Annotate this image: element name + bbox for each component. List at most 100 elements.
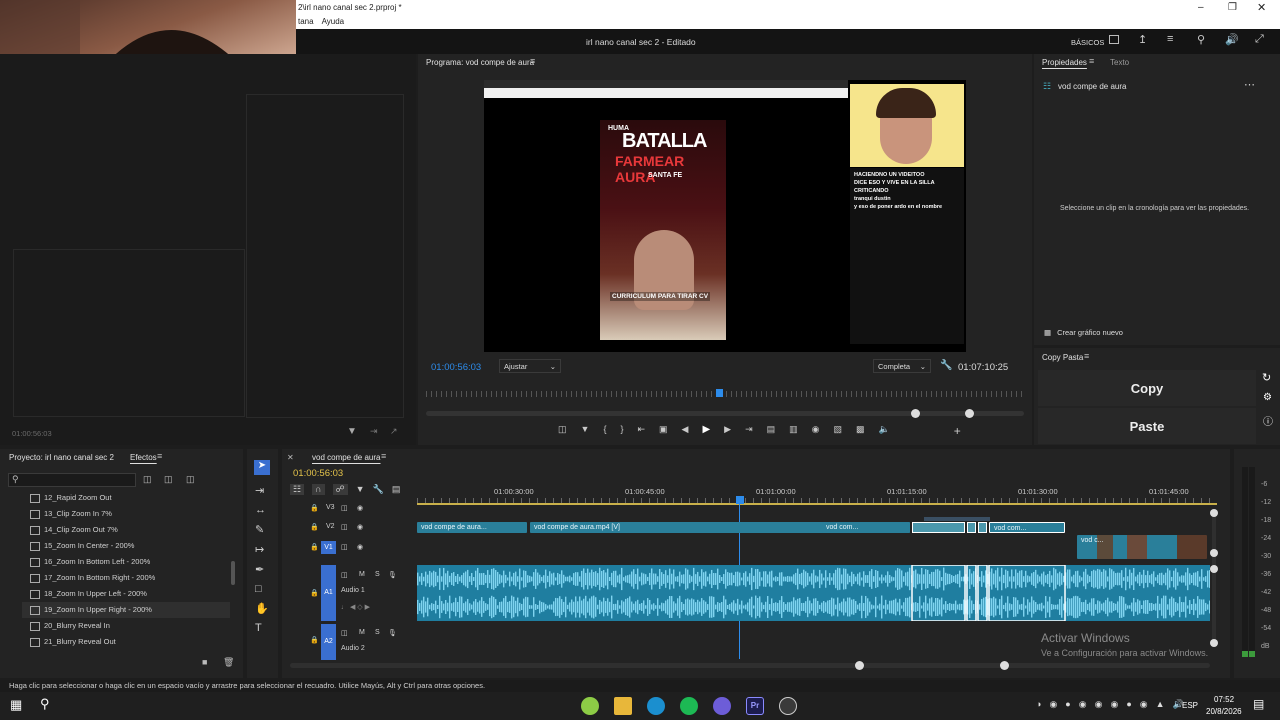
wifi-icon[interactable]: ▲ [1156,699,1165,710]
copy-button[interactable]: Copy [1038,370,1256,406]
tray-icon[interactable]: ◉ [1140,699,1148,710]
panel-menu-icon[interactable]: ≡ [1084,351,1089,361]
tray-icon[interactable]: ● [1126,699,1131,710]
list-scrollbar[interactable] [231,561,235,585]
lock-icon[interactable]: 🔒 [310,504,319,512]
selection-tool-icon[interactable]: ➤ [254,460,270,475]
effects-search-input[interactable]: ⚲ [8,473,136,487]
menu-lines-icon[interactable]: ≡ [1167,33,1173,45]
solo-button[interactable]: S [375,571,380,578]
solo-button[interactable]: S [375,629,380,636]
list-item[interactable]: 21_Blurry Reveal Out [22,634,230,650]
minimize-icon[interactable]: – [1198,2,1204,13]
mark-in-icon[interactable]: { [603,424,606,438]
clip-v1-1[interactable]: vod c... [1077,535,1207,559]
refresh-icon[interactable]: ↻ [1262,371,1271,384]
language-indicator[interactable]: ESP [1182,701,1198,710]
tray-icon[interactable]: ◉ [1079,699,1087,710]
program-timecode[interactable]: 01:00:56:03 [431,362,481,373]
timeline-zoom-left[interactable] [855,661,864,670]
accelerated-icon[interactable]: ◫ [164,474,173,485]
v-scroll-handle[interactable] [1210,509,1218,517]
mark-out-icon[interactable]: } [620,424,623,438]
panel-menu-icon[interactable]: ≡ [1089,56,1094,66]
tray-icon[interactable]: ● [1065,699,1070,710]
pen-icon[interactable]: ✒ [255,563,269,576]
fullscreen-icon[interactable]: ⤢ [1255,33,1264,46]
tab-properties[interactable]: Propiedades [1042,58,1087,67]
zoom-scrollbar[interactable] [426,411,1024,416]
time-ruler[interactable] [426,391,1024,397]
menu-item-window[interactable]: tana [298,17,314,26]
v-scroll-handle[interactable] [1210,565,1218,573]
go-in-icon[interactable]: ⇤ [637,424,645,438]
clip-v2-1[interactable]: vod compe de aura... [417,522,527,533]
play-icon[interactable]: ▶ [702,424,710,438]
compare-icon[interactable]: ▧ [834,424,843,438]
snap-icon[interactable]: ∩ [312,484,325,495]
go-out-icon[interactable]: ⇥ [745,424,753,438]
search-icon[interactable]: ⚲ [1197,33,1205,46]
rectangle-icon[interactable]: □ [255,583,269,595]
safe-margins-icon[interactable]: ▣ [659,424,668,438]
lift-clip-icon[interactable]: ▤ [767,424,776,438]
workspace-label[interactable]: BÁSICOS [1071,38,1104,47]
step-back-icon[interactable]: ◀ [682,424,689,438]
v-scroll-handle[interactable] [1210,639,1218,647]
captions-icon[interactable]: ▤ [392,484,401,495]
tab-effects[interactable]: Efectos [130,453,157,462]
timeline-tab[interactable]: vod compe de aura [312,453,381,462]
eye-icon[interactable]: ◉ [357,504,363,512]
timeline-scrollbar[interactable] [290,663,1210,668]
mic-toggle-icon[interactable]: ◫ [341,629,348,637]
restore-icon[interactable]: ❐ [1228,2,1237,13]
copy-pasta-title[interactable]: Copy Pasta [1042,353,1083,362]
list-item[interactable]: 16_Zoom In Bottom Left - 200% [22,554,230,570]
lock-icon[interactable]: 🔒 [310,523,319,531]
film-icon[interactable]: ◫ [341,504,348,512]
camera-icon[interactable]: ◉ [812,424,820,438]
clip-v2-3[interactable]: vod com... [822,522,910,533]
extract-icon[interactable]: ▥ [789,424,798,438]
zoom-handle-left[interactable] [911,409,920,418]
microphone-icon[interactable]: 🎙 [388,571,397,579]
notifications-icon[interactable]: ▤ [1253,697,1264,711]
vr-icon[interactable]: ▩ [856,424,865,438]
step-forward-icon[interactable]: ▶ [724,424,731,438]
track-select-icon[interactable]: ⇥ [255,484,269,497]
program-title[interactable]: Programa: vod compe de aura [426,58,534,67]
more-icon[interactable]: ⋯ [1244,78,1255,91]
nest-icon[interactable]: ☷ [290,484,305,495]
list-item[interactable]: 20_Blurry Reveal In [22,618,230,634]
folder-icon[interactable] [614,697,632,715]
list-item[interactable]: 19_Zoom In Upper Right - 200% [22,602,230,618]
add-button-icon[interactable]: + [954,424,961,438]
microphone-icon[interactable]: 🎙 [388,629,397,637]
panel-menu-icon[interactable]: ≡ [381,451,386,461]
film-icon[interactable]: ◫ [341,523,348,531]
fit-dropdown[interactable]: Ajustar ⌄ [499,359,561,373]
razor-icon[interactable]: ✎ [255,523,269,536]
clip-v2-selected[interactable] [912,522,965,533]
list-item[interactable]: 17_Zoom In Bottom Right - 200% [22,570,230,586]
list-item[interactable]: 13_Clip Zoom In 7% [22,506,230,522]
slip-icon[interactable]: ↦ [255,543,269,556]
project-title[interactable]: Proyecto: irl nano canal sec 2 [9,453,114,462]
mic-toggle-icon[interactable]: ◫ [341,571,348,579]
new-bin-icon[interactable]: ◫ [143,474,152,485]
work-area-bar[interactable] [417,503,1217,505]
tab-text[interactable]: Texto [1110,58,1129,67]
filter-icon[interactable]: ▼ [347,426,357,437]
film-icon[interactable]: ◫ [341,543,348,551]
spotify-icon[interactable] [680,697,698,715]
menu-item-help[interactable]: Ayuda [322,17,345,26]
type-icon[interactable]: T [255,622,269,634]
mute-button[interactable]: M [359,571,365,578]
close-icon[interactable]: ✕ [1257,1,1266,14]
ripple-edit-icon[interactable]: ↔ [255,504,269,516]
lock-icon[interactable]: 🔒 [310,589,319,597]
playhead-handle[interactable] [736,496,744,504]
app-icon[interactable] [581,697,599,715]
settings-wrench-icon[interactable]: 🔧 [373,484,384,495]
clip-v2-small[interactable] [967,522,976,533]
